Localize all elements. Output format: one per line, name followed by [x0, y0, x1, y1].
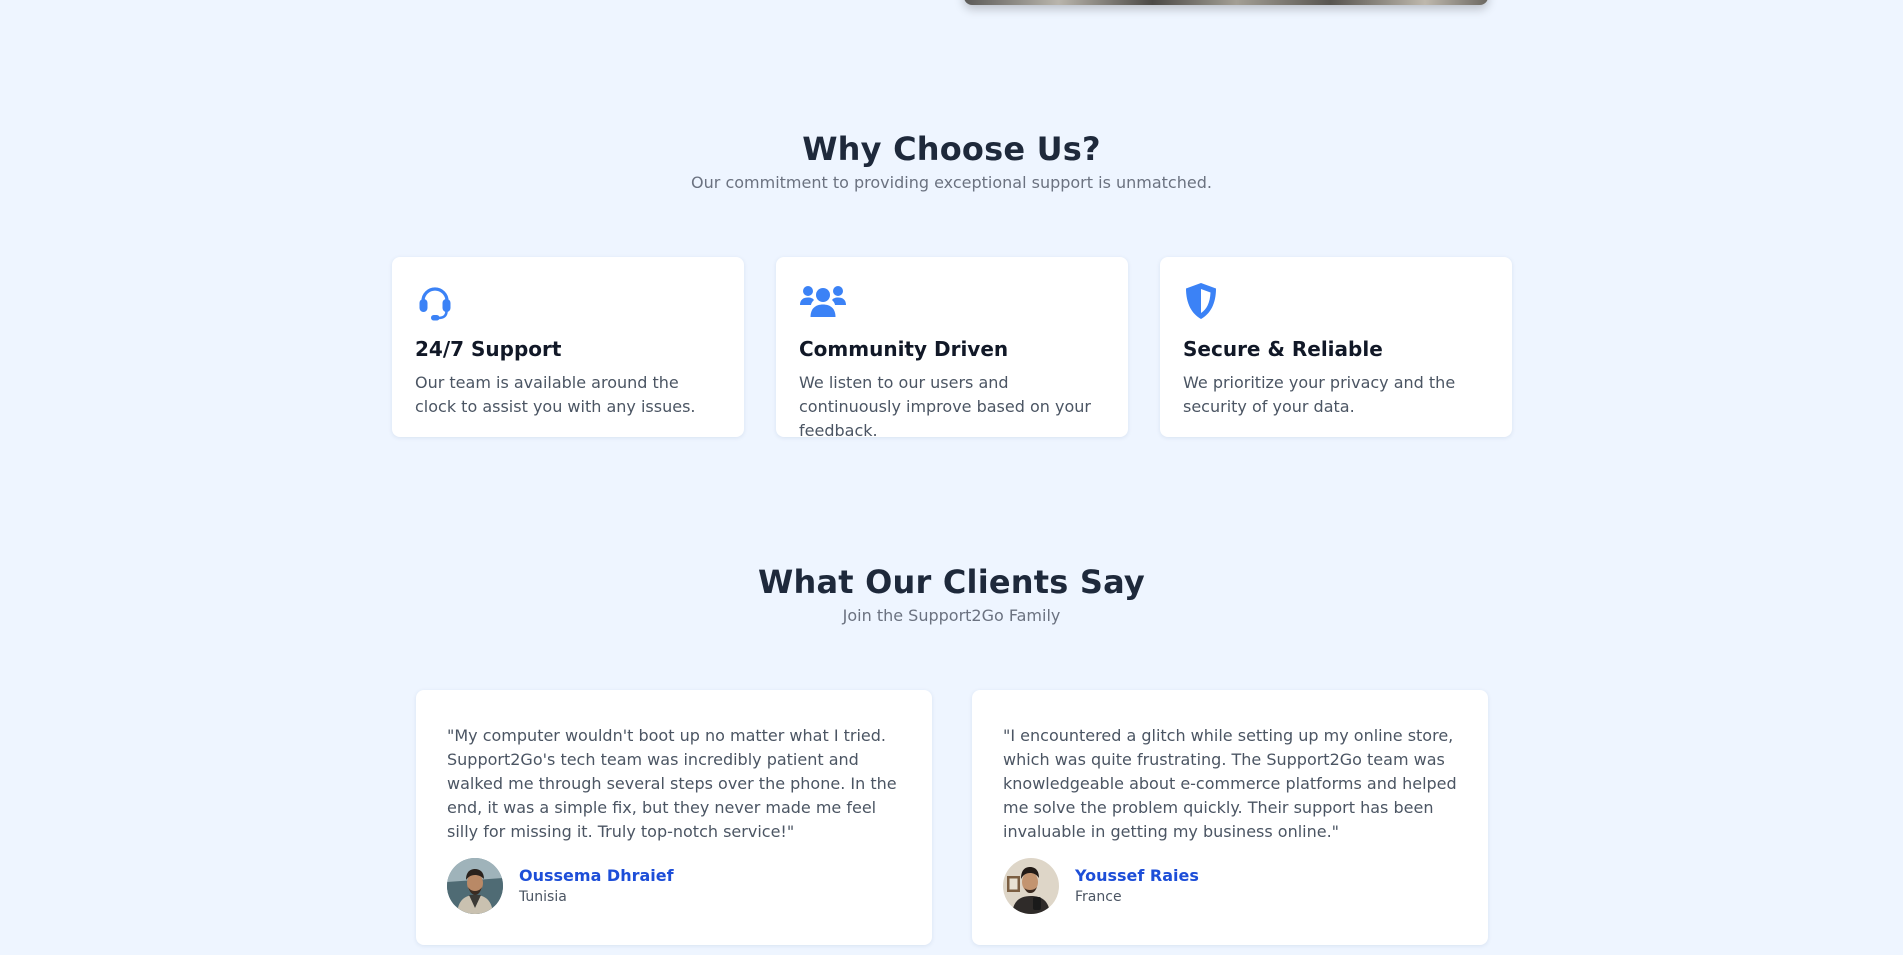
testimonial-quote: "I encountered a glitch while setting up… [1003, 726, 1457, 841]
avatar [447, 858, 503, 914]
testimonial-card: "I encountered a glitch while setting up… [972, 690, 1488, 945]
feature-description: We prioritize your privacy and the secur… [1183, 373, 1456, 416]
testimonials-subtitle: Join the Support2Go Family [842, 606, 1061, 625]
feature-card-security: Secure & Reliable We prioritize your pri… [1160, 257, 1512, 437]
feature-title: 24/7 Support [415, 337, 562, 361]
author-name: Oussema Dhraief [519, 866, 674, 885]
why-choose-us-title: Why Choose Us? [802, 130, 1101, 168]
shield-icon [1183, 281, 1489, 321]
author-name: Youssef Raies [1075, 866, 1199, 885]
feature-title: Community Driven [799, 337, 1009, 361]
feature-title: Secure & Reliable [1183, 337, 1383, 361]
feature-card-support: 24/7 Support Our team is available aroun… [392, 257, 744, 437]
hero-image [964, 0, 1488, 5]
testimonial-card: "My computer wouldn't boot up no matter … [416, 690, 932, 945]
feature-description: Our team is available around the clock t… [415, 373, 696, 416]
testimonial-author: Youssef Raies France [1003, 858, 1199, 914]
author-country: Tunisia [519, 889, 567, 905]
testimonial-quote: "My computer wouldn't boot up no matter … [447, 726, 897, 841]
avatar [1003, 858, 1059, 914]
author-country: France [1075, 889, 1122, 905]
users-icon [799, 281, 1105, 321]
feature-card-community: Community Driven We listen to our users … [776, 257, 1128, 440]
headset-icon [415, 281, 721, 321]
why-choose-us-subtitle: Our commitment to providing exceptional … [691, 173, 1212, 192]
testimonial-author: Oussema Dhraief Tunisia [447, 858, 674, 914]
testimonials-title: What Our Clients Say [758, 563, 1145, 601]
feature-description: We listen to our users and continuously … [799, 373, 1091, 440]
